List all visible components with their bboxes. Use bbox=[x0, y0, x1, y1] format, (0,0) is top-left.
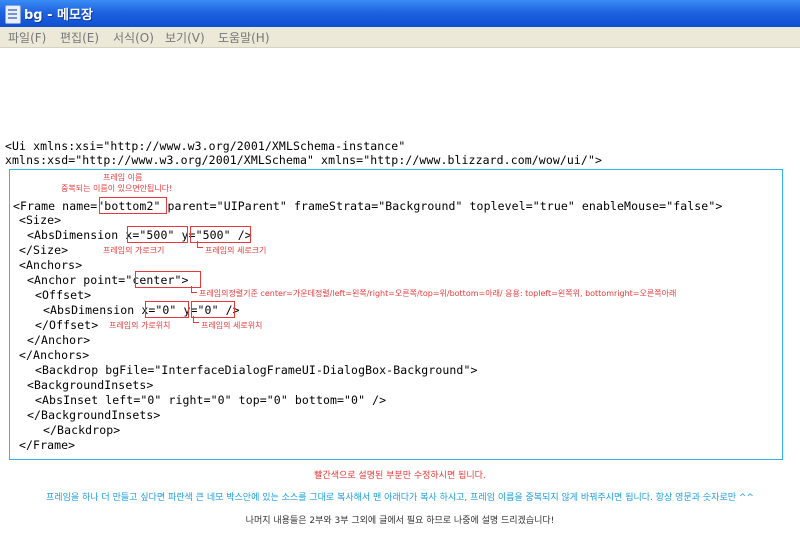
code-line: <Size> bbox=[19, 213, 62, 227]
y-offset-bracket bbox=[193, 316, 199, 323]
code-line: </BackgroundInsets> bbox=[27, 408, 161, 422]
window-title: bg - 메모장 bbox=[24, 8, 93, 23]
x-offset-highlight bbox=[145, 301, 189, 318]
annotation-frame-name-unique: 중복되는 이름이 있으면안됩니다! bbox=[61, 184, 173, 193]
code-line: </Size> bbox=[19, 243, 69, 257]
code-line: </Anchor> bbox=[27, 333, 91, 347]
code-line: <Backdrop bgFile="InterfaceDialogFrameUI… bbox=[35, 363, 478, 377]
annotation-frame-name: 프레임 이름 bbox=[103, 173, 143, 182]
menu-edit[interactable]: 편집(E) bbox=[60, 29, 99, 46]
note-later: 나머지 내용들은 2부와 3부 그외에 글에서 필요 하므로 나중에 설명 드리… bbox=[245, 516, 555, 526]
menu-file[interactable]: 파일(F) bbox=[8, 29, 46, 46]
code-line: <Anchors> bbox=[19, 258, 83, 272]
menu-view[interactable]: 보기(V) bbox=[165, 29, 205, 46]
code-line: xmlns:xsd="http://www.w3.org/2001/XMLSch… bbox=[5, 153, 603, 167]
notepad-icon bbox=[5, 5, 21, 24]
height-bracket bbox=[197, 241, 203, 248]
annotation-height: 프레임의 세로크기 bbox=[205, 246, 267, 255]
note-edit-red: 빨간색으로 설명된 부분만 수정하시면 됩니다. bbox=[314, 471, 486, 481]
annotation-y-offset: 프레임의 세로위치 bbox=[201, 321, 263, 330]
menu-bar: 파일(F) 편집(E) 서식(O) 보기(V) 도움말(H) bbox=[0, 27, 800, 48]
code-line: <BackgroundInsets> bbox=[27, 378, 154, 392]
code-line: </Frame> bbox=[19, 438, 76, 452]
annotation-width: 프레임의 가로크기 bbox=[103, 246, 165, 255]
code-line: <AbsInset left="0" right="0" top="0" bot… bbox=[35, 393, 387, 407]
code-line: <Offset> bbox=[35, 288, 92, 302]
menu-format[interactable]: 서식(O) bbox=[113, 29, 154, 46]
width-highlight bbox=[127, 226, 188, 243]
menu-help[interactable]: 도움말(H) bbox=[218, 29, 270, 46]
code-line: <Ui xmlns:xsi="http://www.w3.org/2001/XM… bbox=[5, 139, 406, 153]
anchor-bracket bbox=[191, 286, 197, 293]
annotation-x-offset: 프레임의 가로위치 bbox=[109, 321, 171, 330]
annotation-anchor: 프레임의정렬기준 center=가운데정렬/left=왼쪽/right=오른쪽/… bbox=[199, 289, 677, 298]
note-copy-frame: 프레임을 하나 더 만들고 싶다면 파란색 큰 네모 박스안에 있는 소스를 그… bbox=[46, 493, 754, 503]
code-line: </Offset> bbox=[35, 318, 99, 332]
title-bar[interactable]: bg - 메모장 bbox=[0, 0, 800, 27]
code-line: </Anchors> bbox=[19, 348, 90, 362]
code-line: </Backdrop> bbox=[43, 423, 121, 437]
frame-name-highlight bbox=[99, 197, 167, 214]
